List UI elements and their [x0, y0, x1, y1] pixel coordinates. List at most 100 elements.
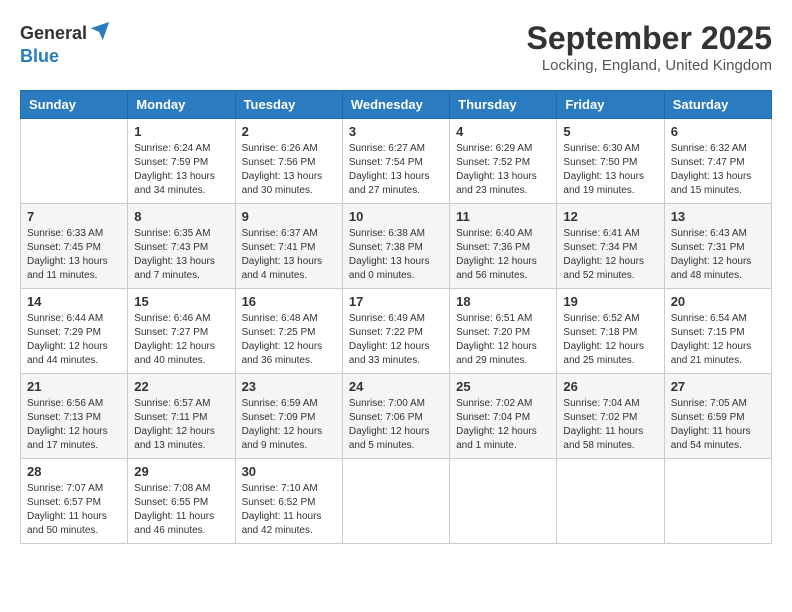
- cell-info-text: Sunrise: 6:32 AMSunset: 7:47 PMDaylight:…: [671, 142, 765, 198]
- cell-date-number: 25: [456, 379, 550, 394]
- calendar-cell: 6 Sunrise: 6:32 AMSunset: 7:47 PMDaylight…: [664, 119, 771, 204]
- calendar-cell: 20 Sunrise: 6:54 AMSunset: 7:15 PMDayligh…: [664, 289, 771, 374]
- cell-info-text: Sunrise: 6:56 AMSunset: 7:13 PMDaylight:…: [27, 397, 121, 453]
- calendar-cell: 29 Sunrise: 7:08 AMSunset: 6:55 PMDayligh…: [128, 459, 235, 544]
- cell-info-text: Sunrise: 7:10 AMSunset: 6:52 PMDaylight:…: [242, 482, 336, 538]
- calendar-cell: [342, 459, 449, 544]
- calendar-cell: 28 Sunrise: 7:07 AMSunset: 6:57 PMDayligh…: [21, 459, 128, 544]
- calendar-cell: 13Sunrise: 6:43 AMSunset: 7:31 PMDayligh…: [664, 204, 771, 289]
- calendar-table: SundayMondayTuesdayWednesdayThursdayFrid…: [20, 90, 772, 544]
- cell-info-text: Sunrise: 6:41 AMSunset: 7:34 PMDaylight:…: [563, 227, 657, 283]
- cell-info-text: Sunrise: 6:40 AMSunset: 7:36 PMDaylight:…: [456, 227, 550, 283]
- cell-date-number: 19: [563, 294, 657, 309]
- calendar-cell: 12 Sunrise: 6:41 AMSunset: 7:34 PMDayligh…: [557, 204, 664, 289]
- calendar-week-row: 1 Sunrise: 6:24 AMSunset: 7:59 PMDaylight…: [21, 119, 772, 204]
- cell-date-number: 15: [134, 294, 228, 309]
- cell-date-number: 10: [349, 209, 443, 224]
- cell-date-number: 20: [671, 294, 765, 309]
- cell-info-text: Sunrise: 6:48 AMSunset: 7:25 PMDaylight:…: [242, 312, 336, 368]
- calendar-cell: 18Sunrise: 6:51 AMSunset: 7:20 PMDayligh…: [450, 289, 557, 374]
- calendar-cell: 19 Sunrise: 6:52 AMSunset: 7:18 PMDayligh…: [557, 289, 664, 374]
- cell-date-number: 16: [242, 294, 336, 309]
- cell-info-text: Sunrise: 6:49 AMSunset: 7:22 PMDaylight:…: [349, 312, 443, 368]
- cell-date-number: 26: [563, 379, 657, 394]
- cell-info-text: Sunrise: 7:07 AMSunset: 6:57 PMDaylight:…: [27, 482, 121, 538]
- cell-date-number: 7: [27, 209, 121, 224]
- calendar-cell: 17 Sunrise: 6:49 AMSunset: 7:22 PMDayligh…: [342, 289, 449, 374]
- month-title: September 2025: [527, 20, 772, 57]
- calendar-cell: 10Sunrise: 6:38 AMSunset: 7:38 PMDayligh…: [342, 204, 449, 289]
- calendar-cell: 5 Sunrise: 6:30 AMSunset: 7:50 PMDaylight…: [557, 119, 664, 204]
- cell-date-number: 5: [563, 124, 657, 139]
- cell-date-number: 2: [242, 124, 336, 139]
- cell-date-number: 6: [671, 124, 765, 139]
- cell-date-number: 21: [27, 379, 121, 394]
- cell-date-number: 12: [563, 209, 657, 224]
- weekday-header-sunday: Sunday: [21, 91, 128, 119]
- calendar-week-row: 14 Sunrise: 6:44 AMSunset: 7:29 PMDayligh…: [21, 289, 772, 374]
- logo-blue: Blue: [20, 47, 111, 67]
- cell-info-text: Sunrise: 6:26 AMSunset: 7:56 PMDaylight:…: [242, 142, 336, 198]
- cell-date-number: 29: [134, 464, 228, 479]
- logo-general: General: [20, 24, 87, 44]
- calendar-cell: 11 Sunrise: 6:40 AMSunset: 7:36 PMDayligh…: [450, 204, 557, 289]
- calendar-cell: [21, 119, 128, 204]
- calendar-cell: 1 Sunrise: 6:24 AMSunset: 7:59 PMDaylight…: [128, 119, 235, 204]
- calendar-cell: 27Sunrise: 7:05 AMSunset: 6:59 PMDayligh…: [664, 374, 771, 459]
- calendar-cell: 26 Sunrise: 7:04 AMSunset: 7:02 PMDayligh…: [557, 374, 664, 459]
- calendar-cell: [450, 459, 557, 544]
- weekday-header-friday: Friday: [557, 91, 664, 119]
- weekday-header-saturday: Saturday: [664, 91, 771, 119]
- cell-info-text: Sunrise: 6:54 AMSunset: 7:15 PMDaylight:…: [671, 312, 765, 368]
- cell-date-number: 14: [27, 294, 121, 309]
- calendar-cell: 7 Sunrise: 6:33 AMSunset: 7:45 PMDaylight…: [21, 204, 128, 289]
- cell-date-number: 4: [456, 124, 550, 139]
- weekday-header-thursday: Thursday: [450, 91, 557, 119]
- cell-info-text: Sunrise: 6:52 AMSunset: 7:18 PMDaylight:…: [563, 312, 657, 368]
- cell-info-text: Sunrise: 6:35 AMSunset: 7:43 PMDaylight:…: [134, 227, 228, 283]
- cell-date-number: 3: [349, 124, 443, 139]
- cell-date-number: 8: [134, 209, 228, 224]
- calendar-cell: 22 Sunrise: 6:57 AMSunset: 7:11 PMDayligh…: [128, 374, 235, 459]
- calendar-cell: 30 Sunrise: 7:10 AMSunset: 6:52 PMDayligh…: [235, 459, 342, 544]
- cell-date-number: 17: [349, 294, 443, 309]
- calendar-cell: 25 Sunrise: 7:02 AMSunset: 7:04 PMDayligh…: [450, 374, 557, 459]
- cell-date-number: 1: [134, 124, 228, 139]
- cell-info-text: Sunrise: 6:46 AMSunset: 7:27 PMDaylight:…: [134, 312, 228, 368]
- calendar-cell: 2 Sunrise: 6:26 AMSunset: 7:56 PMDaylight…: [235, 119, 342, 204]
- calendar-cell: 16 Sunrise: 6:48 AMSunset: 7:25 PMDayligh…: [235, 289, 342, 374]
- cell-info-text: Sunrise: 6:30 AMSunset: 7:50 PMDaylight:…: [563, 142, 657, 198]
- cell-date-number: 23: [242, 379, 336, 394]
- calendar-cell: 15 Sunrise: 6:46 AMSunset: 7:27 PMDayligh…: [128, 289, 235, 374]
- cell-date-number: 11: [456, 209, 550, 224]
- cell-date-number: 27: [671, 379, 765, 394]
- cell-date-number: 30: [242, 464, 336, 479]
- calendar-week-row: 28 Sunrise: 7:07 AMSunset: 6:57 PMDayligh…: [21, 459, 772, 544]
- calendar-week-row: 7 Sunrise: 6:33 AMSunset: 7:45 PMDaylight…: [21, 204, 772, 289]
- cell-info-text: Sunrise: 7:02 AMSunset: 7:04 PMDaylight:…: [456, 397, 550, 453]
- weekday-header-wednesday: Wednesday: [342, 91, 449, 119]
- calendar-cell: 4Sunrise: 6:29 AMSunset: 7:52 PMDaylight…: [450, 119, 557, 204]
- calendar-cell: [664, 459, 771, 544]
- calendar-cell: 9 Sunrise: 6:37 AMSunset: 7:41 PMDaylight…: [235, 204, 342, 289]
- cell-info-text: Sunrise: 7:04 AMSunset: 7:02 PMDaylight:…: [563, 397, 657, 453]
- cell-date-number: 22: [134, 379, 228, 394]
- location: Locking, England, United Kingdom: [527, 57, 772, 74]
- weekday-header-tuesday: Tuesday: [235, 91, 342, 119]
- cell-info-text: Sunrise: 6:24 AMSunset: 7:59 PMDaylight:…: [134, 142, 228, 198]
- calendar-cell: 23Sunrise: 6:59 AMSunset: 7:09 PMDayligh…: [235, 374, 342, 459]
- cell-date-number: 18: [456, 294, 550, 309]
- cell-info-text: Sunrise: 6:33 AMSunset: 7:45 PMDaylight:…: [27, 227, 121, 283]
- cell-info-text: Sunrise: 7:08 AMSunset: 6:55 PMDaylight:…: [134, 482, 228, 538]
- cell-date-number: 28: [27, 464, 121, 479]
- logo: General Blue: [20, 20, 111, 67]
- cell-date-number: 9: [242, 209, 336, 224]
- cell-info-text: Sunrise: 6:37 AMSunset: 7:41 PMDaylight:…: [242, 227, 336, 283]
- cell-info-text: Sunrise: 6:57 AMSunset: 7:11 PMDaylight:…: [134, 397, 228, 453]
- calendar-cell: 24Sunrise: 7:00 AMSunset: 7:06 PMDayligh…: [342, 374, 449, 459]
- calendar-cell: 14 Sunrise: 6:44 AMSunset: 7:29 PMDayligh…: [21, 289, 128, 374]
- cell-info-text: Sunrise: 6:43 AMSunset: 7:31 PMDaylight:…: [671, 227, 765, 283]
- cell-info-text: Sunrise: 6:27 AMSunset: 7:54 PMDaylight:…: [349, 142, 443, 198]
- calendar-cell: 3 Sunrise: 6:27 AMSunset: 7:54 PMDaylight…: [342, 119, 449, 204]
- cell-info-text: Sunrise: 6:44 AMSunset: 7:29 PMDaylight:…: [27, 312, 121, 368]
